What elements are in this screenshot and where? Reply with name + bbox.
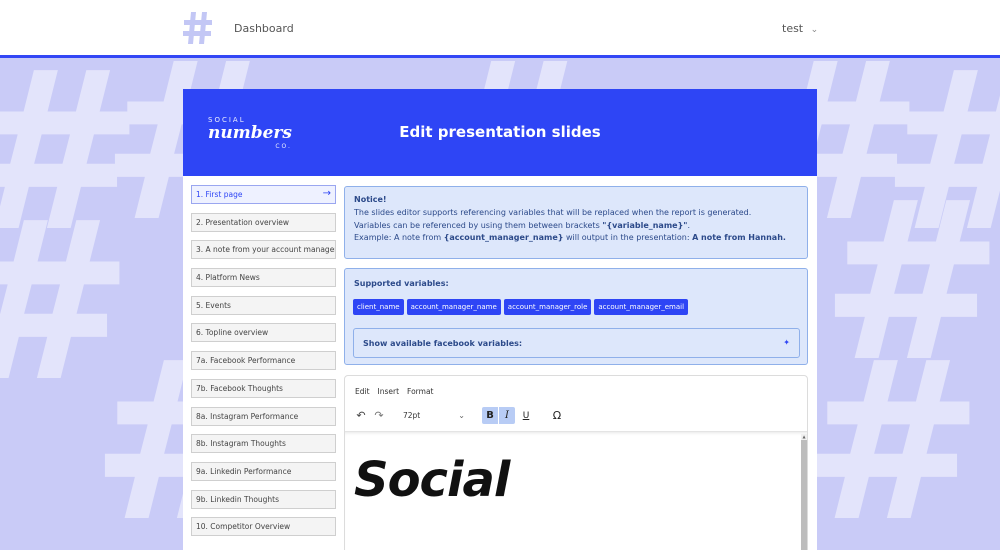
notice-title: Notice!	[354, 195, 387, 204]
undo-icon[interactable]: ↶	[353, 407, 369, 424]
top-navbar: Dashboard test ⌄	[0, 0, 1000, 58]
notice-code: "{variable_name}"	[602, 220, 688, 230]
notice-panel: Notice! The slides editor supports refer…	[344, 186, 808, 259]
slide-list-item[interactable]: 1. First page →	[191, 185, 336, 204]
slide-list-item[interactable]: 5. Events	[191, 295, 336, 315]
editor-menu-edit[interactable]: Edit	[355, 387, 370, 396]
editor-content-area[interactable]: Social ▲	[345, 431, 807, 550]
slide-list-item-label: 3. A note from your account manager	[196, 245, 336, 255]
slide-list-item[interactable]: 3. A note from your account manager	[191, 240, 336, 260]
variable-chip[interactable]: account_manager_name	[406, 299, 501, 315]
notice-text: Example: A note from	[354, 233, 444, 243]
slide-list-item[interactable]: 7b. Facebook Thoughts	[191, 378, 336, 398]
hash-pattern-icon: #	[800, 311, 985, 550]
redo-icon[interactable]: ↷	[371, 407, 387, 424]
hash-logo-icon[interactable]	[182, 10, 214, 46]
variable-chip[interactable]: account_manager_email	[594, 299, 689, 315]
slide-list-item-label: 8b. Instagram Thoughts	[196, 439, 286, 449]
variable-chip[interactable]: account_manager_role	[503, 299, 592, 315]
editor-menu-insert[interactable]: Insert	[378, 387, 400, 396]
notice-code: {account_manager_name}	[443, 233, 564, 243]
slide-list-item-label: 1. First page	[196, 190, 243, 199]
slides-editor-card: SOCIAL numbers CO. Edit presentation sli…	[183, 89, 817, 550]
slide-list-item[interactable]: 8a. Instagram Performance	[191, 406, 336, 426]
variable-chip[interactable]: client_name	[353, 299, 404, 315]
font-size-value: 72pt	[403, 411, 421, 420]
user-menu[interactable]: test ⌄	[782, 22, 818, 35]
notice-line: The slides editor supports referencing v…	[354, 208, 752, 217]
slide-list-item[interactable]: 9a. Linkedin Performance	[191, 461, 336, 481]
editor-menubar: Edit Insert Format	[355, 387, 433, 396]
slide-list-item-label: 9b. Linkedin Thoughts	[196, 494, 280, 504]
facebook-variables-label: Show available facebook variables:	[363, 339, 523, 348]
chevron-down-icon: ⌄	[810, 25, 819, 35]
font-size-select[interactable]: 72pt ⌄	[400, 407, 468, 424]
slide-list-item-label: 7a. Facebook Performance	[196, 356, 296, 366]
slide-list-item[interactable]: 7a. Facebook Performance	[191, 351, 336, 371]
editor-toolbar: ↶ ↷ 72pt ⌄ B I U Ω	[345, 404, 807, 430]
slide-list-item-label: 9a. Linkedin Performance	[196, 466, 292, 476]
page-title: Edit presentation slides	[399, 123, 601, 141]
editor-content-text[interactable]: Social	[354, 452, 510, 508]
bold-button[interactable]: B	[482, 407, 498, 424]
user-name: test	[782, 22, 804, 35]
arrow-right-icon: →	[322, 188, 331, 199]
slide-list-item-label: 2. Presentation overview	[196, 217, 290, 227]
slide-list-item[interactable]: 2. Presentation overview	[191, 212, 336, 232]
variable-chips: client_name account_manager_name account_m…	[353, 299, 689, 315]
chevron-down-icon: ⌄	[458, 411, 465, 420]
notice-text: .	[687, 220, 691, 230]
slide-list-item[interactable]: 9b. Linkedin Thoughts	[191, 489, 336, 509]
slide-list-item-label: 10. Competitor Overview	[196, 522, 291, 532]
scroll-up-icon[interactable]: ▲	[801, 434, 807, 439]
variables-title: Supported variables:	[354, 279, 449, 288]
nav-dashboard-link[interactable]: Dashboard	[234, 22, 294, 35]
notice-line: Example: A note from {account_manager_na…	[354, 233, 798, 242]
italic-button[interactable]: I	[499, 407, 515, 424]
pin-icon: ✦	[783, 338, 790, 347]
rich-text-editor: Edit Insert Format ↶ ↷ 72pt ⌄ B I U Ω Soci…	[344, 375, 808, 550]
editor-scrollbar[interactable]: ▲	[801, 434, 807, 550]
slide-list-item-label: 7b. Facebook Thoughts	[196, 383, 283, 393]
slide-list-item[interactable]: 4. Platform News	[191, 268, 336, 288]
notice-result: A note from Hannah.	[692, 233, 786, 243]
notice-text: will output in the presentation:	[563, 233, 693, 243]
card-header: SOCIAL numbers CO. Edit presentation sli…	[183, 89, 817, 176]
slide-list: 1. First page → 2. Presentation overview 3.…	[191, 185, 336, 545]
slide-list-item-label: 5. Events	[196, 300, 231, 310]
slide-list-item-label: 8a. Instagram Performance	[196, 411, 299, 421]
notice-line: Variables can be referenced by using the…	[354, 221, 798, 230]
scrollbar-thumb[interactable]	[801, 440, 807, 550]
notice-text: Variables can be referenced by using the…	[354, 220, 603, 230]
slide-list-item[interactable]: 6. Topline overview	[191, 323, 336, 343]
slide-list-item-label: 4. Platform News	[196, 273, 260, 283]
special-character-button[interactable]: Ω	[549, 407, 565, 424]
editor-menu-format[interactable]: Format	[407, 387, 433, 396]
brand-line-3: CO.	[275, 143, 292, 150]
facebook-variables-toggle[interactable]: Show available facebook variables: ✦	[353, 328, 800, 358]
slide-list-item[interactable]: 10. Competitor Overview	[191, 517, 336, 537]
slide-list-item-label: 6. Topline overview	[196, 328, 269, 338]
supported-variables-panel: Supported variables: client_name account_…	[344, 268, 808, 365]
slide-list-item[interactable]: 8b. Instagram Thoughts	[191, 434, 336, 454]
underline-button[interactable]: U	[518, 407, 534, 424]
